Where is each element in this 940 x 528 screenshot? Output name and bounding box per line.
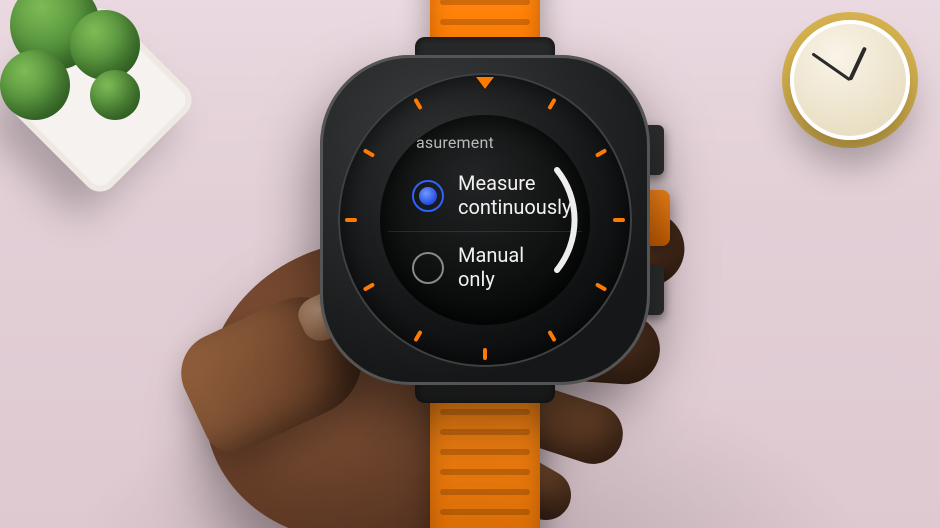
scroll-indicator[interactable] bbox=[427, 140, 587, 300]
bezel-tick bbox=[483, 348, 487, 360]
watch-case: asurement Measure continuously Manual on… bbox=[320, 55, 650, 385]
bezel-tick bbox=[413, 330, 422, 342]
plant-leaf bbox=[70, 10, 140, 80]
watch-screen[interactable]: asurement Measure continuously Manual on… bbox=[380, 115, 590, 325]
plant-leaf bbox=[90, 70, 140, 120]
smartwatch: asurement Measure continuously Manual on… bbox=[320, 55, 650, 385]
plant-decor bbox=[0, 0, 210, 190]
bezel-tick bbox=[547, 330, 556, 342]
bezel-tick bbox=[363, 282, 375, 291]
bezel-tick bbox=[595, 282, 607, 291]
wall-clock-decor bbox=[790, 20, 910, 140]
bezel-tick bbox=[547, 98, 556, 110]
plant-leaf bbox=[0, 50, 70, 120]
bezel-tick bbox=[345, 218, 357, 222]
bezel-tick bbox=[413, 98, 422, 110]
bezel-tick bbox=[595, 148, 607, 157]
watch-bezel[interactable]: asurement Measure continuously Manual on… bbox=[338, 73, 632, 367]
bezel-tick bbox=[613, 218, 625, 222]
photo-scene: asurement Measure continuously Manual on… bbox=[0, 0, 940, 528]
bezel-tick bbox=[363, 148, 375, 157]
